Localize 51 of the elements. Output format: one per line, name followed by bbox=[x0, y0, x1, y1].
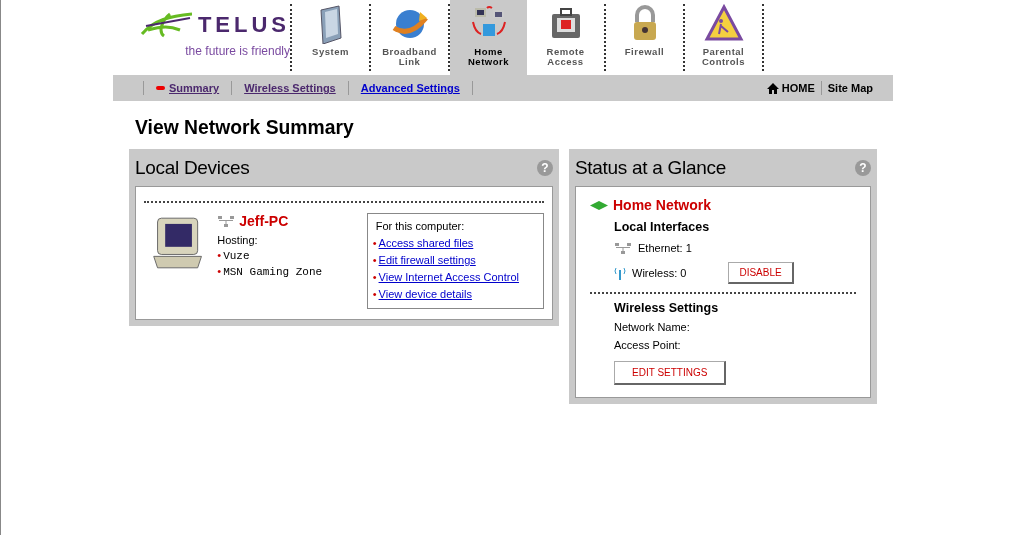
action-link[interactable]: View Internet Access Control bbox=[378, 271, 519, 283]
panel-title: Local Devices bbox=[135, 156, 250, 179]
logo-swoosh-icon bbox=[139, 12, 192, 38]
actions-title: For this computer: bbox=[374, 220, 466, 232]
brand-logo: TELUS bbox=[197, 12, 290, 38]
subnav-link[interactable]: Summary bbox=[156, 82, 220, 94]
action-link[interactable]: Edit firewall settings bbox=[378, 254, 476, 266]
field-label: Access Point: bbox=[614, 339, 682, 351]
action-link[interactable]: View device details bbox=[378, 288, 472, 300]
home-link[interactable]: HOME bbox=[766, 82, 815, 94]
hosted-app-name: Vuze bbox=[223, 250, 250, 262]
padlock-icon bbox=[633, 5, 656, 40]
network-icon bbox=[614, 242, 632, 254]
home-icon bbox=[766, 82, 779, 94]
site-map-link[interactable]: Site Map bbox=[827, 82, 873, 94]
network-icon bbox=[217, 215, 236, 227]
bullet: • bbox=[372, 288, 377, 300]
network-title: Home Network bbox=[613, 197, 712, 213]
action-link[interactable]: Access shared files bbox=[378, 237, 474, 249]
edit-settings-button[interactable]: EDIT SETTINGS bbox=[614, 361, 727, 385]
bullet: • bbox=[372, 271, 377, 283]
section-title: Local Interfaces bbox=[614, 220, 711, 234]
ethernet-count: Ethernet: 1 bbox=[638, 242, 692, 254]
panel-title: Status at a Glance bbox=[575, 156, 726, 179]
device-name: Jeff-PC bbox=[239, 213, 289, 229]
briefcase-icon bbox=[551, 8, 580, 38]
nav-tab[interactable]: Parental Controls bbox=[685, 0, 762, 75]
warning-sign-icon bbox=[704, 4, 743, 41]
diamond-icon bbox=[590, 200, 608, 210]
disable-button[interactable]: DISABLE bbox=[728, 262, 794, 284]
nav-tab[interactable]: Remote Access bbox=[527, 0, 604, 75]
tagline: the future is friendly bbox=[185, 44, 290, 58]
bullet: • bbox=[372, 237, 377, 249]
subnav-link[interactable]: Advanced Settings bbox=[360, 82, 460, 94]
hosted-app-name: MSN Gaming Zone bbox=[223, 266, 323, 278]
nav-tab[interactable]: Firewall bbox=[606, 0, 683, 75]
nav-tab[interactable]: Home Network bbox=[450, 0, 527, 75]
wireless-icon bbox=[614, 266, 626, 280]
nav-tab[interactable]: System bbox=[292, 0, 369, 75]
computers-icon bbox=[471, 6, 506, 36]
wireless-count: Wireless: 0 bbox=[632, 267, 687, 279]
globe-icon bbox=[392, 10, 428, 38]
field-label: Network Name: bbox=[614, 321, 691, 333]
bullet: • bbox=[372, 254, 377, 266]
section-title: Wireless Settings bbox=[614, 301, 720, 315]
nav-tab[interactable]: Broadband Link bbox=[371, 0, 448, 75]
bullet: • bbox=[217, 249, 222, 261]
subnav-link[interactable]: Wireless Settings bbox=[244, 82, 336, 94]
page-title: View Network Summary bbox=[135, 115, 355, 140]
hosting-label: Hosting: bbox=[217, 234, 259, 246]
bullet: • bbox=[217, 265, 222, 277]
